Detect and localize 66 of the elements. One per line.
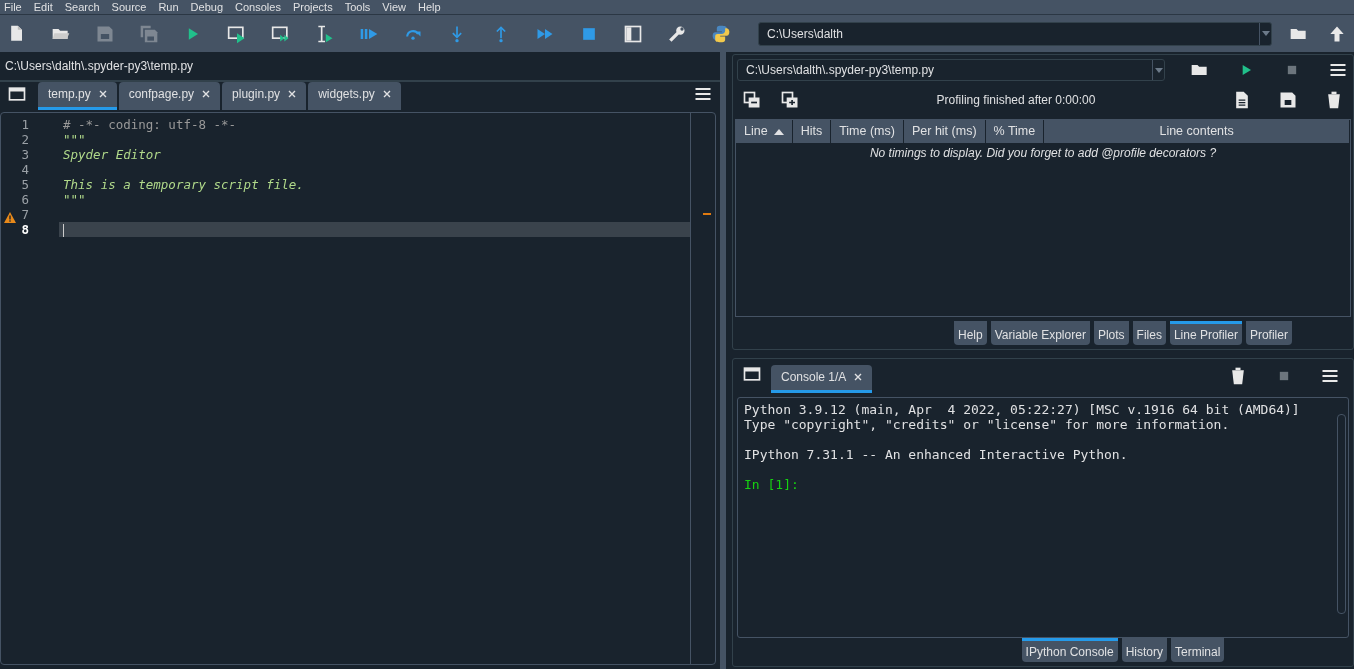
line-number: 1 xyxy=(21,117,29,132)
directory-combobox[interactable]: C:\Users\dalth xyxy=(758,21,1272,46)
pane-tab[interactable]: Profiler xyxy=(1245,321,1292,345)
close-icon[interactable] xyxy=(854,373,863,381)
line-number: 2 xyxy=(21,132,29,147)
expand-icon[interactable] xyxy=(779,89,801,111)
menu-item[interactable]: View xyxy=(382,0,406,14)
warning-icon xyxy=(4,212,16,223)
console-tab[interactable]: Console 1/A xyxy=(771,365,873,393)
menu-item[interactable]: Search xyxy=(64,0,100,14)
empty-message: No timings to display. Did you forget to add @profile decorators ? xyxy=(868,145,1218,162)
pane-tab[interactable]: Plots xyxy=(1093,321,1129,345)
line-number: 8 xyxy=(21,222,29,237)
code-line: """ xyxy=(63,192,86,207)
close-icon[interactable] xyxy=(98,90,107,98)
menu-item[interactable]: Help xyxy=(418,0,441,14)
line-number: 7 xyxy=(21,207,29,222)
column-header[interactable]: Line xyxy=(736,120,793,143)
editor-tab[interactable]: temp.py xyxy=(38,82,117,110)
pane-tab[interactable]: Files xyxy=(1132,321,1166,345)
pane-tab[interactable]: Line Profiler xyxy=(1169,321,1242,345)
menu-item[interactable]: Tools xyxy=(344,0,371,14)
pane-tab[interactable]: Variable Explorer xyxy=(990,321,1090,345)
pane-tab[interactable]: Help xyxy=(954,321,987,345)
menu-item[interactable]: Projects xyxy=(292,0,333,14)
pane-tab[interactable]: History xyxy=(1121,638,1167,662)
column-header[interactable]: % Time xyxy=(985,120,1045,143)
close-icon[interactable] xyxy=(382,90,391,98)
menu-item[interactable]: Source xyxy=(111,0,147,14)
column-header[interactable]: Time (ms) xyxy=(831,120,904,143)
console-prompt: In [1]: xyxy=(744,477,799,492)
caret-icon xyxy=(1261,31,1270,36)
editor-tab[interactable]: widgets.py xyxy=(308,82,401,110)
column-header[interactable]: Line contents xyxy=(1044,120,1350,143)
scrollbar[interactable] xyxy=(1337,414,1346,614)
column-header[interactable]: Per hit (ms) xyxy=(903,120,986,143)
close-icon[interactable] xyxy=(202,90,211,98)
column-header[interactable]: Hits xyxy=(792,120,832,143)
text-cursor xyxy=(63,224,64,237)
console-text: IPython 7.31.1 -- An enhanced Interactive Python. xyxy=(744,447,1128,462)
line-number: 6 xyxy=(21,192,29,207)
caret-icon xyxy=(1154,67,1163,73)
line-number: 4 xyxy=(21,162,29,177)
menu-item[interactable]: Run xyxy=(158,0,179,14)
editor-tab[interactable]: plugin.py xyxy=(222,82,307,110)
console-text: Python 3.9.12 (main, Apr 4 2022, 05:22:27) [MSC v.1916 64 bit (AMD64)] xyxy=(744,402,1300,417)
status-text: Profiling finished after 0:00:00 xyxy=(935,92,1097,109)
sort-arrow-icon xyxy=(773,128,784,135)
editor-tab[interactable]: confpage.py xyxy=(118,82,221,110)
code-line: Spyder Editor xyxy=(63,147,161,162)
code-line: # -*- coding: utf-8 -*- xyxy=(63,117,237,132)
warning-marker xyxy=(703,213,711,215)
code-line: This is a temporary script file. xyxy=(63,177,304,192)
pane-tab[interactable]: IPython Console xyxy=(1021,638,1118,662)
code-line: """ xyxy=(63,132,86,147)
menu-item[interactable]: Debug xyxy=(190,0,224,14)
menu-item[interactable]: Consoles xyxy=(235,0,281,14)
menu-item[interactable]: Edit xyxy=(33,0,53,14)
pane-tab[interactable]: Terminal xyxy=(1171,638,1225,662)
line-number: 5 xyxy=(21,177,29,192)
collapse-icon[interactable] xyxy=(741,89,763,111)
console-text: Type "copyright", "credits" or "license" for more information. xyxy=(744,417,1230,432)
menu-item[interactable]: File xyxy=(4,0,22,14)
line-number: 3 xyxy=(21,147,29,162)
file-combobox[interactable]: C:\Users\dalth\.spyder-py3\temp.py xyxy=(737,59,1165,81)
close-icon[interactable] xyxy=(288,90,297,98)
